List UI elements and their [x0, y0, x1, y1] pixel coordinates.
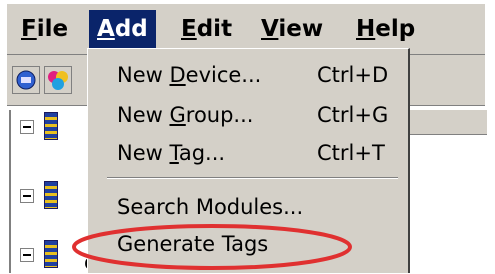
device-node-icon [44, 181, 58, 209]
menu-item-label: New Tag... [117, 141, 226, 165]
menu-help[interactable]: Help [348, 10, 423, 48]
menu-edit-mnemonic: E [181, 16, 197, 42]
menu-item-shortcut: Ctrl+T [317, 141, 385, 165]
menu-file[interactable]: File [13, 10, 76, 48]
menu-help-label: elp [375, 16, 416, 42]
menu-separator [107, 177, 398, 179]
menu-item-label: New Device... [117, 63, 262, 87]
menu-help-mnemonic: H [356, 16, 376, 42]
menu-item-label: New Group... [117, 103, 254, 127]
tree-node[interactable] [20, 240, 60, 270]
menu-item-new-device[interactable]: New Device... Ctrl+D [88, 55, 409, 95]
collapse-icon[interactable] [20, 248, 34, 262]
tree-node[interactable] [20, 112, 60, 142]
collapse-icon[interactable] [20, 120, 34, 134]
device-node-icon [44, 240, 58, 268]
menu-view[interactable]: View [253, 10, 331, 48]
menu-edit[interactable]: Edit [173, 10, 240, 48]
menu-item-new-tag[interactable]: New Tag... Ctrl+T [88, 133, 409, 173]
toolbar-button-device[interactable] [12, 66, 40, 94]
menu-add[interactable]: Add [89, 10, 156, 48]
group-icon [48, 71, 68, 90]
tree-node[interactable] [20, 181, 60, 211]
menu-view-label: iew [278, 16, 324, 42]
highlight-ring [72, 224, 352, 270]
menu-item-new-group[interactable]: New Group... Ctrl+G [88, 95, 409, 135]
menu-edit-label: dit [196, 16, 233, 42]
device-icon [16, 70, 36, 90]
menu-item-shortcut: Ctrl+D [317, 63, 389, 87]
menu-view-mnemonic: V [261, 16, 279, 42]
collapse-icon[interactable] [20, 189, 34, 203]
toolbar-button-group[interactable] [44, 66, 72, 94]
menu-file-label: ile [36, 16, 69, 42]
menu-item-search-modules[interactable]: Search Modules... [88, 187, 409, 227]
menu-item-shortcut: Ctrl+G [317, 103, 389, 127]
menu-file-mnemonic: F [21, 16, 37, 42]
device-node-icon [44, 112, 58, 140]
menu-add-mnemonic: A [97, 16, 115, 42]
menu-add-label: dd [114, 16, 148, 42]
menu-item-label: Search Modules... [117, 195, 304, 219]
